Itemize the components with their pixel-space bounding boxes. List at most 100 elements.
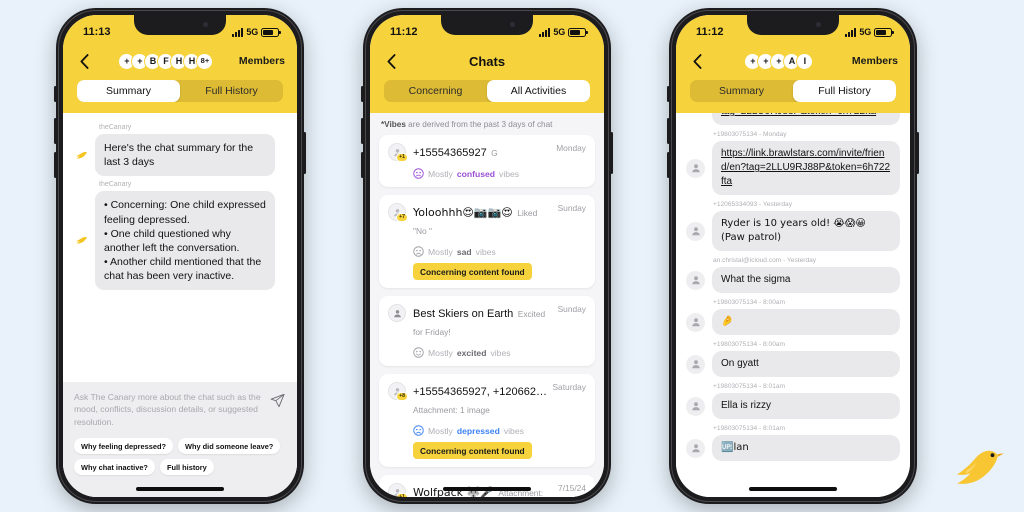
volume-down-button[interactable] [361, 152, 364, 178]
chat-vibe: Mostly sad vibes [413, 246, 586, 257]
volume-down-button[interactable] [667, 152, 670, 178]
volume-up-button[interactable] [361, 118, 364, 144]
avatar [686, 221, 705, 241]
tab-summary[interactable]: Summary [77, 80, 180, 102]
message-bubble: On gyatt [712, 351, 900, 377]
canary-bird-logo [952, 442, 1006, 490]
message-meta: +19803075134 - 8:00am [713, 341, 786, 348]
chat-vibe: Mostly depressed vibes [413, 425, 586, 436]
phone-mockup-chats: 11:12 5G Chats Concerning All Activities [361, 8, 613, 504]
battery-icon [568, 27, 588, 37]
history-item: +19803075134 - 8:01am 🆙lan [686, 425, 900, 461]
volume-up-button[interactable] [667, 118, 670, 144]
phone1-screen: 11:13 5G + + B F H H 8+ Members Summary … [63, 15, 297, 497]
summary-bullet: • Another child mentioned that the chat … [104, 256, 262, 283]
chat-date: Sunday [557, 203, 586, 213]
chat-subtitle: G [491, 148, 498, 158]
notch [747, 15, 839, 35]
chip-why-feeling-depressed[interactable]: Why feeling depressed? [74, 438, 174, 454]
chat-list-item[interactable]: Best Skiers on Earth Excited for Friday!… [379, 296, 595, 366]
tab-all-activities[interactable]: All Activities [487, 80, 590, 102]
chat-header: +1 +15554365927 G Monday [388, 143, 586, 162]
full-history-list[interactable]: tag=2LLU9RJ88P&token=6h722fta +198030751… [676, 113, 910, 497]
power-button[interactable] [916, 132, 919, 174]
vibe-suffix: vibes [490, 347, 511, 358]
history-item: +19803075134 - 8:00am 🤌 [686, 299, 900, 335]
member-avatar-stack[interactable]: + + B F H H 8+ [93, 52, 239, 70]
front-camera-icon [510, 22, 515, 27]
tab-full-history[interactable]: Full History [793, 80, 896, 102]
history-item: +19803075134 - 8:00am On gyatt [686, 341, 900, 377]
battery-icon [261, 27, 281, 37]
member-avatar-stack[interactable]: + + + A I [706, 52, 852, 70]
tab-bar: Concerning All Activities [370, 75, 604, 113]
message-bubble: Ryder is 10 years old! 😭😱😀 (Paw patrol) [712, 211, 900, 251]
chat-list-item[interactable]: +8 +15554365927, +120662… Attachment: 1 … [379, 374, 595, 467]
status-time: 11:12 [390, 26, 418, 38]
tab-bar: Summary Full History [676, 75, 910, 113]
message-bubble[interactable]: https://link.brawlstars.com/invite/frien… [712, 141, 900, 195]
avatar: I [796, 52, 814, 70]
canary-icon [73, 150, 89, 161]
screenshot-stage: 11:13 5G + + B F H H 8+ Members Summary … [0, 0, 1024, 512]
message-meta: +19803075134 - 8:01am [713, 425, 786, 432]
status-time: 11:13 [83, 26, 111, 38]
silent-switch[interactable] [667, 86, 670, 102]
send-paper-plane-icon[interactable] [270, 391, 286, 413]
message-row: On gyatt [686, 351, 900, 377]
chip-why-did-someone-leave[interactable]: Why did someone leave? [178, 438, 281, 454]
avatar-count-badge: +1 [396, 153, 408, 162]
avatar-count-badge: +1 [396, 493, 408, 497]
message-link[interactable]: https://link.brawlstars.com/invite/frien… [721, 148, 890, 187]
nav-bar: + + + A I Members [676, 45, 910, 75]
nav-bar: + + B F H H 8+ Members [63, 45, 297, 75]
battery-icon [874, 27, 894, 37]
segmented-control: Summary Full History [690, 80, 896, 102]
silent-switch[interactable] [54, 86, 57, 102]
message-row: https://link.brawlstars.com/invite/frien… [686, 141, 900, 195]
message-meta: +12065334093 - Yesterday [713, 201, 793, 208]
message-meta: +19803075134 - 8:00am [713, 299, 786, 306]
history-item: tag=2LLU9RJ88P&token=6h722fta [686, 113, 900, 125]
silent-switch[interactable] [361, 86, 364, 102]
tab-summary[interactable]: Summary [690, 80, 793, 102]
ask-canary-input[interactable]: Ask The Canary more about the chat such … [74, 391, 264, 428]
vibe-face-icon [413, 425, 424, 436]
message-bubble: 🆙lan [712, 435, 900, 461]
chats-list[interactable]: *Vibes are derived from the past 3 days … [370, 113, 604, 497]
chat-list-item[interactable]: +1 Wolfpack 🐺🎤 Attachment: 1 image 7/15/… [379, 475, 595, 497]
chat-title: +15554365927 [413, 147, 487, 159]
notch [441, 15, 533, 35]
avatar [686, 158, 705, 178]
status-indicators: 5G [845, 27, 894, 37]
volume-up-button[interactable] [54, 118, 57, 144]
avatar: +1 [388, 143, 408, 162]
network-label: 5G [246, 27, 258, 37]
power-button[interactable] [610, 132, 613, 174]
power-button[interactable] [303, 132, 306, 174]
avatar: +8 [388, 382, 408, 401]
signal-bars-icon [539, 27, 551, 37]
message-row: 🤌 [686, 309, 900, 335]
concerning-flag-badge: Concerning content found [413, 263, 532, 280]
chip-full-history[interactable]: Full history [159, 459, 214, 475]
message-row: 🆙lan [686, 435, 900, 461]
status-indicators: 5G [539, 27, 588, 37]
history-item: an.christal@icloud.com - Yesterday What … [686, 257, 900, 293]
message-sender: theCanary [99, 181, 132, 189]
tab-full-history[interactable]: Full History [180, 80, 283, 102]
chevron-left-icon[interactable] [688, 52, 706, 70]
chip-why-chat-inactive[interactable]: Why chat inactive? [74, 459, 155, 475]
chat-title: Best Skiers on Earth [413, 308, 514, 320]
chat-list-item[interactable]: +1 +15554365927 G Monday Mostly confused… [379, 135, 595, 187]
summary-conversation[interactable]: theCanary Here's the chat summary for th… [63, 113, 297, 497]
vibe-suffix: vibes [499, 168, 520, 179]
chat-list-item[interactable]: +7 Yoloohhh😍📷📷😍 Liked "No " Sunday Mostl… [379, 195, 595, 288]
chevron-left-icon[interactable] [382, 52, 400, 70]
members-button[interactable]: Members [852, 55, 898, 67]
members-button[interactable]: Members [239, 55, 285, 67]
tab-concerning[interactable]: Concerning [384, 80, 487, 102]
composer-row: Ask The Canary more about the chat such … [74, 391, 286, 428]
chevron-left-icon[interactable] [75, 52, 93, 70]
volume-down-button[interactable] [54, 152, 57, 178]
